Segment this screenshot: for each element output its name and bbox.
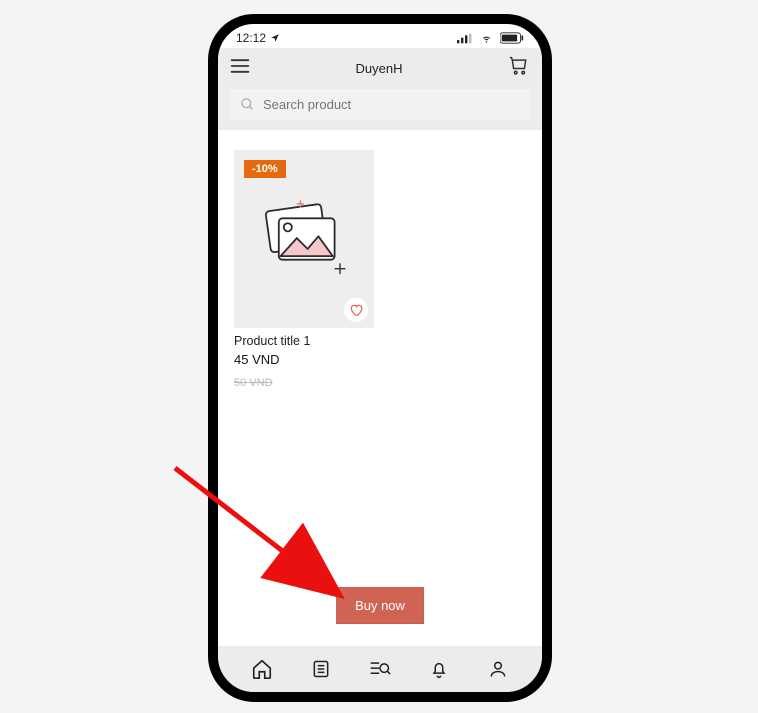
signal-icon xyxy=(457,33,473,44)
battery-icon xyxy=(500,32,524,44)
search-input[interactable] xyxy=(263,97,520,112)
heart-icon xyxy=(349,303,363,317)
favorite-button[interactable] xyxy=(344,298,368,322)
status-time: 12:12 xyxy=(236,31,266,45)
hamburger-menu-button[interactable] xyxy=(230,58,250,79)
bottom-nav xyxy=(218,646,542,692)
home-icon xyxy=(251,658,273,680)
wifi-icon xyxy=(479,33,494,44)
product-image: -10% xyxy=(234,150,374,328)
main-content: -10% xyxy=(218,130,542,646)
cart-icon xyxy=(508,56,530,76)
app-title: DuyenH xyxy=(356,61,403,76)
search-icon xyxy=(240,97,255,112)
nav-notifications-button[interactable] xyxy=(428,658,450,680)
cart-button[interactable] xyxy=(508,56,530,81)
image-placeholder-icon xyxy=(259,200,349,278)
search-list-icon xyxy=(369,659,391,679)
product-title: Product title 1 xyxy=(234,334,374,348)
nav-list-button[interactable] xyxy=(310,658,332,680)
list-icon xyxy=(311,659,331,679)
search-box[interactable] xyxy=(230,89,530,120)
product-card[interactable]: -10% xyxy=(234,150,374,389)
buy-now-button[interactable]: Buy now xyxy=(336,587,424,624)
profile-icon xyxy=(488,659,508,679)
location-arrow-icon xyxy=(270,33,280,43)
bell-icon xyxy=(429,659,449,679)
nav-profile-button[interactable] xyxy=(487,658,509,680)
nav-search-list-button[interactable] xyxy=(369,658,391,680)
discount-badge: -10% xyxy=(244,160,286,178)
app-header: DuyenH xyxy=(218,48,542,130)
product-price: 45 VND xyxy=(234,352,374,367)
hamburger-icon xyxy=(230,58,250,74)
product-old-price: 50 VND xyxy=(234,377,374,389)
nav-home-button[interactable] xyxy=(251,658,273,680)
status-bar: 12:12 xyxy=(218,24,542,48)
phone-frame: 12:12 xyxy=(208,14,552,702)
